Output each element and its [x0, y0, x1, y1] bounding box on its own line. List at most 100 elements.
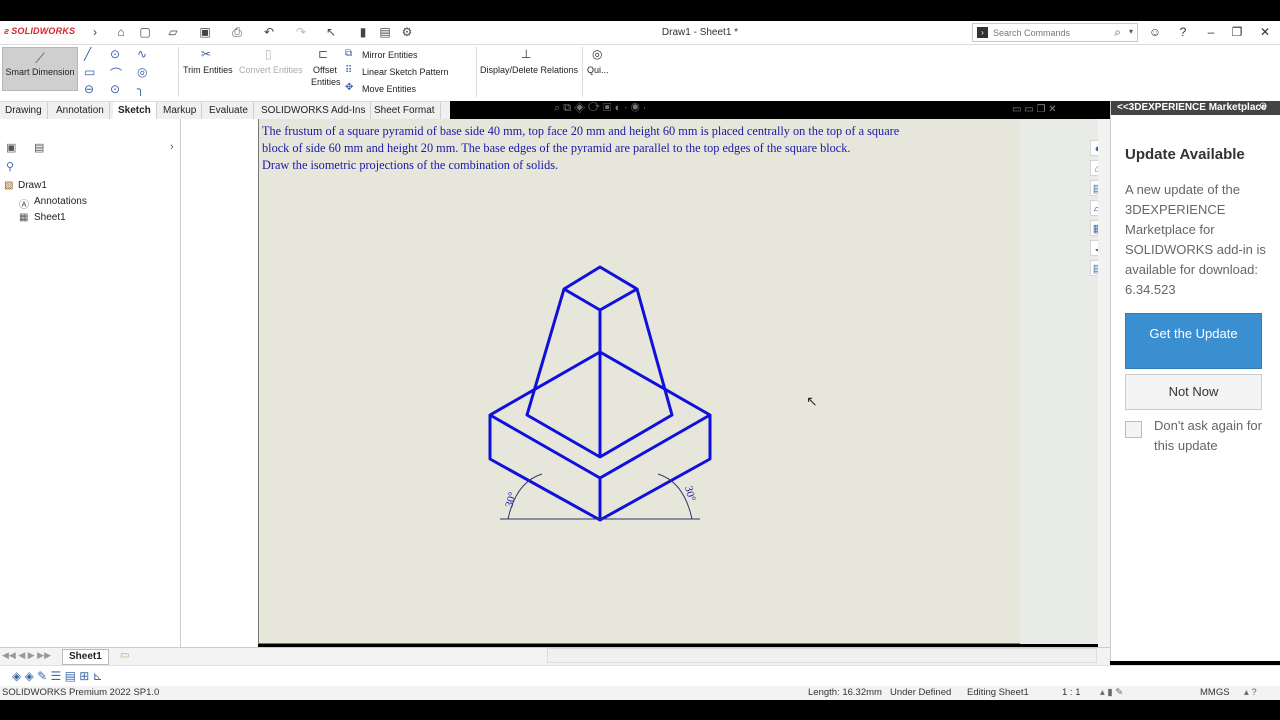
sheet-scale[interactable]: 1 : 1 — [1062, 686, 1081, 700]
solidworks-logo[interactable]: ƨ SOLIDWORKS — [4, 26, 75, 36]
command-tabs: Drawing Annotation Sketch Markup Evaluat… — [0, 101, 450, 120]
pattern-icon: ⠿ — [345, 65, 353, 76]
minimize-icon[interactable]: – — [1202, 24, 1220, 40]
sheet-background — [1020, 119, 1098, 644]
dont-ask-checkbox[interactable] — [1125, 421, 1142, 438]
get-update-button[interactable]: Get the Update — [1125, 313, 1262, 369]
tab-sketch[interactable]: Sketch — [113, 102, 157, 120]
isometric-drawing[interactable]: 30° 30° — [480, 260, 720, 530]
tab-addins[interactable]: SOLIDWORKS Add-Ins — [256, 102, 372, 120]
units-dropdown-icon[interactable]: ▴ ? — [1244, 686, 1257, 700]
open-icon[interactable]: ▱ — [166, 25, 180, 39]
smart-dimension-label: Smart Dimension — [5, 67, 75, 77]
feature-tree-icon[interactable]: ▣ — [6, 141, 16, 154]
expand-panel-icon[interactable]: › — [170, 141, 174, 153]
polygon-icon[interactable]: ⊙ — [110, 82, 120, 96]
options-icon[interactable]: ⚙ — [400, 25, 414, 39]
search-input[interactable]: Search Commands — [993, 28, 1070, 38]
pin-icon[interactable]: ⊙ — [1259, 101, 1267, 112]
filter-icon[interactable]: ⚲ — [6, 160, 14, 173]
file-properties-icon[interactable]: ▤ — [378, 25, 392, 39]
restore-icon[interactable]: ❐ — [1228, 24, 1246, 40]
unit-system[interactable]: MMGS — [1200, 686, 1230, 700]
rebuild-icon[interactable]: ▮ — [356, 25, 370, 39]
expand-menu-icon[interactable]: › — [88, 25, 102, 39]
print-icon[interactable]: ⎙ — [230, 25, 244, 39]
problem-line-2: block of side 60 mm and height 20 mm. Th… — [262, 141, 851, 155]
move-icon: ✥ — [345, 82, 354, 93]
bottom-tool-icons[interactable]: ◈ ◈ ✎ ☰ ▤ ⊞ ⊾ — [12, 669, 103, 683]
angle-label-left: 30° — [503, 491, 519, 509]
arc-icon[interactable]: ⌒ — [110, 65, 122, 82]
document-title: Draw1 - Sheet1 * — [661, 27, 739, 38]
update-title: Update Available — [1125, 146, 1245, 163]
add-sheet-icon[interactable]: ▭ — [120, 650, 129, 661]
chevron-down-icon[interactable]: ▾ — [1129, 27, 1133, 36]
sheet-icon: ▦ — [19, 212, 29, 223]
command-manager: ⟋ Smart Dimension ╱ ⊙ ∿ ▭ ⌒ ◎ ⊖ ⊙ ╮ ✂ Tr… — [0, 45, 1280, 101]
heads-up-view-toolbar[interactable]: ⌕ ⧉ ◈ ⟳ ▣ ◐ · ◉ · — [554, 102, 724, 118]
offset-icon: ⊏ — [318, 47, 329, 61]
angle-label-right: 30° — [682, 485, 698, 503]
tab-markup[interactable]: Markup — [158, 102, 203, 120]
editing-status: Editing Sheet1 — [967, 687, 1029, 698]
title-bar: ƨ SOLIDWORKS › ⌂ ▢ ▱ ▣ ⎙ ↶ ↷ ↖ ▮ ▤ ⚙ Draw… — [0, 21, 1280, 45]
property-manager-icon[interactable]: ▤ — [34, 141, 44, 154]
quick-snaps-button[interactable]: Qui... — [587, 65, 609, 76]
tree-root[interactable]: Draw1 — [18, 180, 47, 191]
redo-icon[interactable]: ↷ — [294, 25, 308, 39]
new-document-icon[interactable]: ▢ — [138, 25, 152, 39]
line-icon[interactable]: ╱ — [84, 47, 91, 61]
pyramid-edges — [525, 288, 674, 459]
command-icon: › — [977, 27, 988, 38]
tab-annotation[interactable]: Annotation — [51, 102, 110, 120]
search-icon[interactable]: ⌕ — [1114, 25, 1121, 40]
tab-evaluate[interactable]: Evaluate — [204, 102, 254, 120]
slot-icon[interactable]: ⊖ — [84, 82, 94, 96]
tree-item-sheet1[interactable]: Sheet1 — [34, 212, 66, 223]
offset-entities-button[interactable]: Offset — [313, 65, 337, 76]
convert-icon: ▯ — [265, 47, 272, 61]
rectangle-icon[interactable]: ▭ — [84, 65, 95, 79]
tab-drawing[interactable]: Drawing — [0, 102, 48, 120]
rebuild-status-icon[interactable]: ▴ ▮ ✎ — [1100, 686, 1123, 700]
tab-sheet-format[interactable]: Sheet Format — [369, 102, 441, 120]
select-icon[interactable]: ↖ — [324, 25, 338, 39]
home-icon[interactable]: ⌂ — [114, 25, 128, 39]
vertical-scrollbar[interactable] — [1098, 119, 1110, 649]
margin-area — [181, 119, 258, 647]
user-icon[interactable]: ☺ — [1146, 24, 1164, 40]
annotations-icon: Ⓐ — [19, 200, 29, 211]
smart-dimension-button[interactable]: ⟋ Smart Dimension — [2, 47, 78, 91]
display-delete-relations-button[interactable]: Display/Delete Relations — [480, 65, 578, 76]
help-icon[interactable]: ? — [1174, 24, 1192, 40]
trim-entities-button[interactable]: Trim Entities — [183, 65, 233, 76]
update-message: A new update of the 3DEXPERIENCE Marketp… — [1125, 182, 1266, 297]
convert-entities-button[interactable]: Convert Entities — [239, 65, 303, 76]
spline-icon[interactable]: ∿ — [137, 47, 147, 61]
pyramid-top-face — [562, 265, 639, 312]
feature-manager: ▣ ▤ › ⚲ ▧ Draw1 Ⓐ Annotations ▦ Sheet1 — [0, 119, 181, 647]
search-commands[interactable]: › Search Commands ⌕ ▾ — [972, 23, 1138, 42]
undo-icon[interactable]: ↶ — [262, 25, 276, 39]
ellipse-icon[interactable]: ◎ — [137, 65, 147, 79]
close-icon[interactable]: ✕ — [1256, 24, 1274, 40]
tree-item-annotations[interactable]: Annotations — [34, 196, 87, 207]
window-controls[interactable]: ▭ ▭ ❐ ✕ — [1012, 104, 1057, 115]
mirror-entities-button[interactable]: Mirror Entities — [362, 50, 418, 61]
sheet-tab[interactable]: Sheet1 — [62, 649, 109, 665]
move-entities-button[interactable]: Move Entities — [362, 84, 416, 95]
relations-icon: ⊥ — [521, 47, 532, 61]
not-now-button[interactable]: Not Now — [1125, 374, 1262, 410]
drawing-icon: ▧ — [4, 180, 14, 191]
horizontal-scrollbar[interactable] — [547, 648, 1097, 663]
cursor-icon: ↖ — [806, 393, 818, 409]
save-icon[interactable]: ▣ — [198, 25, 212, 39]
linear-sketch-pattern-button[interactable]: Linear Sketch Pattern — [362, 67, 449, 78]
circle-icon[interactable]: ⊙ — [110, 47, 120, 61]
marketplace-header[interactable]: <<3DEXPERIENCE Marketplace — [1111, 101, 1280, 115]
fillet-icon[interactable]: ╮ — [137, 82, 144, 96]
sketch-state: Under Defined — [890, 687, 952, 698]
sheet-nav-icon[interactable]: ◀◀ ◀ ▶ ▶▶ — [2, 650, 51, 661]
task-pane: <<3DEXPERIENCE Marketplace ⊙ Update Avai… — [1110, 101, 1280, 661]
